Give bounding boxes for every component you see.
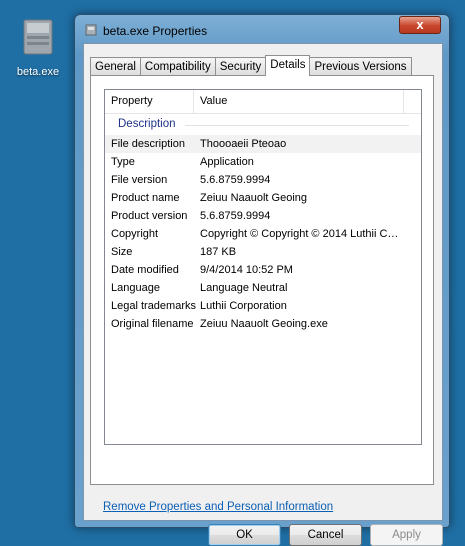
property-name: File version bbox=[111, 174, 168, 186]
tab-previous-versions[interactable]: Previous Versions bbox=[309, 57, 412, 76]
desktop-icon-label: beta.exe bbox=[16, 66, 60, 78]
window-app-icon bbox=[85, 24, 97, 39]
property-value: Thoooaeii Pteoao bbox=[200, 138, 287, 150]
table-row[interactable]: Date modified 9/4/2014 10:52 PM bbox=[105, 261, 421, 279]
property-name: Product version bbox=[111, 210, 188, 222]
details-list[interactable]: Property Value Description File descript… bbox=[104, 89, 422, 445]
table-row[interactable]: Copyright Copyright © Copyright © 2014 Lu… bbox=[105, 225, 421, 243]
property-value: 5.6.8759.9994 bbox=[200, 210, 271, 222]
apply-button[interactable]: Apply bbox=[370, 524, 443, 546]
property-value: Language Neutral bbox=[200, 282, 288, 294]
tab-compatibility[interactable]: Compatibility bbox=[139, 57, 216, 76]
close-button[interactable]: x bbox=[399, 16, 441, 34]
column-header-property[interactable]: Property bbox=[105, 90, 194, 113]
desktop-file-icon[interactable]: beta.exe bbox=[8, 10, 68, 78]
dialog-body: General Compatibility Security Details P… bbox=[83, 43, 443, 546]
table-row[interactable]: Size 187 KB bbox=[105, 243, 421, 261]
group-header-description: Description bbox=[118, 118, 176, 130]
table-row[interactable]: Legal trademarks Luthii Corporation bbox=[105, 297, 421, 315]
properties-window: beta.exe Properties x General Compatibil… bbox=[74, 14, 450, 546]
property-value: Luthii Corporation bbox=[200, 300, 287, 312]
table-row[interactable]: Product name Zeiuu Naauolt Geoing bbox=[105, 189, 421, 207]
property-name: Copyright bbox=[111, 228, 159, 240]
tab-security[interactable]: Security bbox=[214, 57, 267, 76]
property-value: Zeiuu Naauolt Geoing bbox=[200, 192, 308, 204]
table-row[interactable]: File version 5.6.8759.9994 bbox=[105, 171, 421, 189]
column-header-value[interactable]: Value bbox=[194, 90, 404, 113]
details-panel: Property Value Description File descript… bbox=[90, 75, 434, 485]
property-name: Product name bbox=[111, 192, 180, 204]
property-name: Size bbox=[111, 246, 133, 258]
property-value: 9/4/2014 10:52 PM bbox=[200, 264, 293, 276]
property-rows: File description Thoooaeii Pteoao Type App… bbox=[105, 135, 421, 333]
tab-details[interactable]: Details bbox=[265, 55, 311, 76]
tab-strip: General Compatibility Security Details P… bbox=[90, 55, 412, 76]
table-row[interactable]: Original filename Zeiuu Naauolt Geoing.ex… bbox=[105, 315, 421, 333]
cancel-button[interactable]: Cancel bbox=[289, 524, 362, 546]
title-bar[interactable]: beta.exe Properties x bbox=[75, 15, 449, 45]
property-value: 187 KB bbox=[200, 246, 237, 258]
property-name: Language bbox=[111, 282, 160, 294]
table-row[interactable]: File description Thoooaeii Pteoao bbox=[105, 135, 421, 153]
table-row[interactable]: Language Language Neutral bbox=[105, 279, 421, 297]
property-name: Type bbox=[111, 156, 135, 168]
property-value: Copyright © Copyright © 2014 Luthii Co..… bbox=[200, 228, 400, 240]
property-name: Original filename bbox=[111, 318, 194, 330]
property-value: Zeiuu Naauolt Geoing.exe bbox=[200, 318, 328, 330]
property-value: 5.6.8759.9994 bbox=[200, 174, 271, 186]
property-name: File description bbox=[111, 138, 185, 150]
table-row[interactable]: Product version 5.6.8759.9994 bbox=[105, 207, 421, 225]
ok-button[interactable]: OK bbox=[208, 524, 281, 546]
tab-general[interactable]: General bbox=[90, 57, 141, 76]
group-divider bbox=[185, 125, 409, 126]
list-header: Property Value bbox=[105, 90, 421, 114]
remove-properties-link[interactable]: Remove Properties and Personal Informati… bbox=[103, 501, 333, 513]
window-title: beta.exe Properties bbox=[103, 24, 208, 38]
file-icon bbox=[22, 16, 54, 56]
table-row[interactable]: Type Application bbox=[105, 153, 421, 171]
property-name: Legal trademarks bbox=[111, 300, 196, 312]
property-name: Date modified bbox=[111, 264, 179, 276]
property-value: Application bbox=[200, 156, 254, 168]
